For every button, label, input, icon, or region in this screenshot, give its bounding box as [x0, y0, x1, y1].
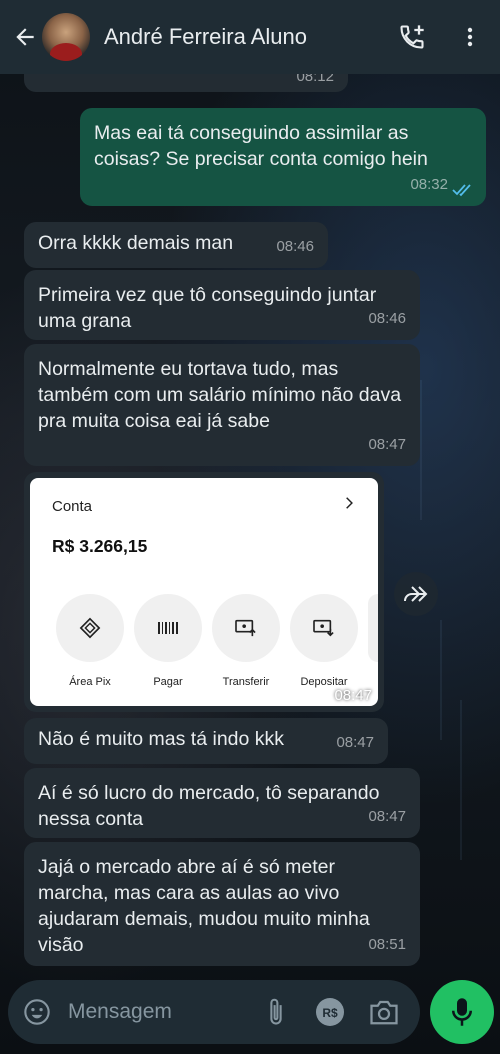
transfer-icon: [235, 619, 256, 637]
forward-icon: [404, 586, 428, 602]
message-bubble[interactable]: Mas eai tá conseguindo assimilar as cois…: [80, 108, 486, 206]
chat-header: André Ferreira Aluno: [0, 0, 500, 74]
message-list[interactable]: 08:12 Mas eai tá conseguindo assimilar a…: [0, 58, 500, 974]
pix-action: Área Pix: [56, 594, 124, 688]
message-text: Jajá o mercado abre aí é só meter marcha…: [38, 856, 370, 956]
add-call-button[interactable]: [390, 15, 434, 59]
message-time: 08:47: [368, 436, 406, 453]
forward-button[interactable]: [394, 572, 438, 616]
contact-name[interactable]: André Ferreira Aluno: [104, 24, 390, 50]
message-time: 08:47: [368, 808, 406, 825]
deposit-icon: [313, 619, 334, 637]
emoji-button[interactable]: [22, 997, 52, 1027]
account-balance: R$ 3.266,15: [52, 536, 148, 556]
message-time: 08:47: [336, 734, 374, 751]
svg-text:R$: R$: [322, 1006, 338, 1020]
deposit-action: Depositar: [290, 594, 358, 688]
message-time: 08:51: [368, 936, 406, 953]
camera-button[interactable]: [366, 992, 402, 1032]
message-time: 08:46: [368, 310, 406, 327]
attach-icon: [270, 998, 282, 1025]
payment-icon: R$: [316, 998, 344, 1026]
message-time: 08:47: [334, 687, 372, 704]
message-bubble[interactable]: Primeira vez que tô conseguindo juntar u…: [24, 270, 420, 340]
message-composer: Mensagem R$: [8, 980, 420, 1044]
message-input[interactable]: Mensagem: [68, 1000, 258, 1024]
pix-icon: [79, 617, 101, 639]
avatar[interactable]: [42, 13, 90, 61]
camera-icon: [370, 1000, 398, 1025]
bank-screenshot: Conta R$ 3.266,15 Área Pix Pagar Transfe…: [30, 478, 378, 706]
message-text: Normalmente eu tortava tudo, mas também …: [38, 358, 402, 432]
back-arrow-icon: [16, 28, 34, 46]
message-bubble[interactable]: Orra kkkk demais man 08:46: [24, 222, 328, 268]
more-vertical-icon: [467, 27, 473, 47]
message-bubble[interactable]: Normalmente eu tortava tudo, mas também …: [24, 344, 420, 466]
mic-icon: [452, 998, 472, 1026]
message-bubble[interactable]: Jajá o mercado abre aí é só meter marcha…: [24, 842, 420, 966]
image-message[interactable]: Conta R$ 3.266,15 Área Pix Pagar Transfe…: [24, 472, 384, 712]
more-actions-peek: [368, 594, 378, 662]
back-button[interactable]: [8, 24, 42, 50]
add-call-icon: [400, 25, 424, 49]
transfer-action: Transferir: [212, 594, 280, 688]
payment-button[interactable]: R$: [312, 992, 348, 1032]
account-title: Conta: [52, 498, 93, 515]
voice-message-button[interactable]: [430, 980, 494, 1044]
chevron-right-icon: [346, 497, 353, 509]
message-time: 08:32: [410, 176, 448, 193]
read-receipt-icon: [452, 184, 471, 197]
pay-action: Pagar: [134, 594, 202, 688]
attach-button[interactable]: [258, 992, 294, 1032]
message-text: Mas eai tá conseguindo assimilar as cois…: [94, 122, 428, 170]
message-text: Orra kkkk demais man: [38, 232, 234, 254]
barcode-icon: [158, 622, 178, 634]
menu-button[interactable]: [448, 15, 492, 59]
message-bubble[interactable]: Não é muito mas tá indo kkk 08:47: [24, 718, 388, 764]
message-text: Aí é só lucro do mercado, tô separando n…: [38, 782, 380, 830]
message-text: Não é muito mas tá indo kkk: [38, 728, 285, 750]
message-bubble[interactable]: Aí é só lucro do mercado, tô separando n…: [24, 768, 420, 838]
emoji-icon: [24, 999, 50, 1025]
message-text: Primeira vez que tô conseguindo juntar u…: [38, 284, 377, 332]
message-time: 08:46: [276, 238, 314, 255]
